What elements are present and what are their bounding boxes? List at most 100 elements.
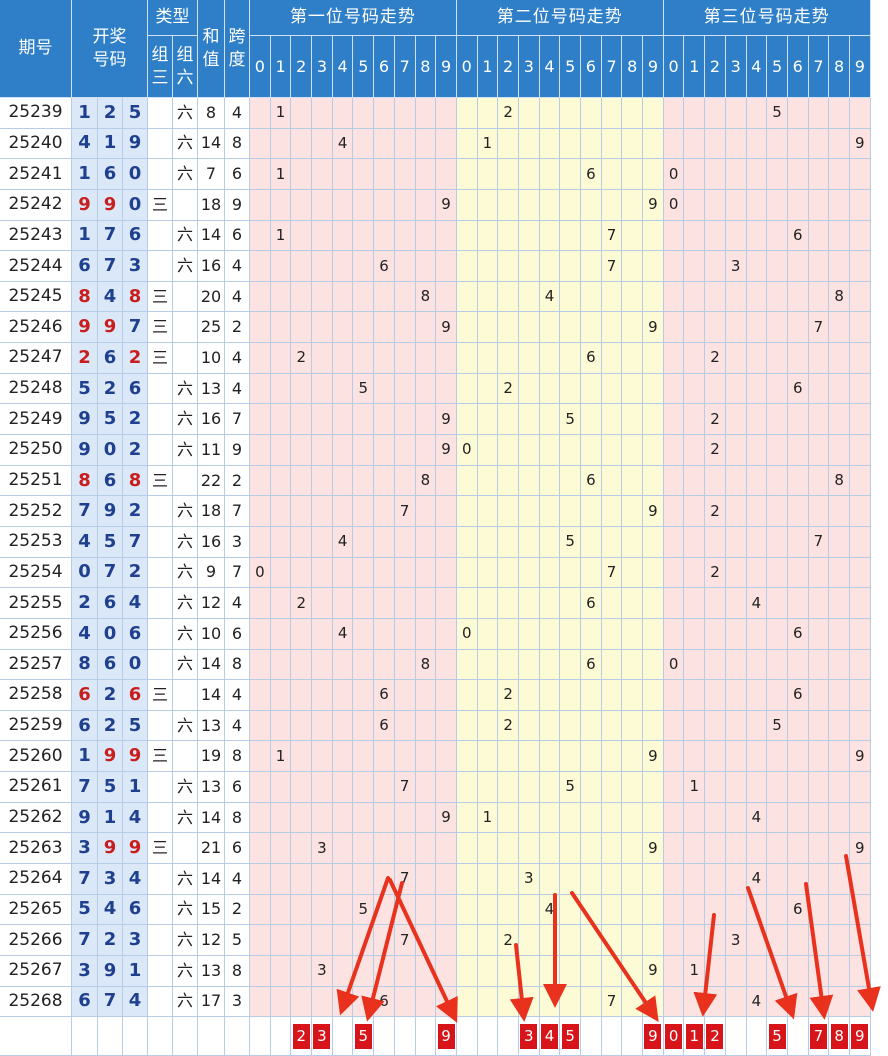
trend-cell	[518, 710, 540, 742]
trend-cell	[829, 128, 850, 160]
trend-cell	[787, 557, 809, 589]
draw-digit: 3	[72, 955, 98, 987]
trend-cell	[498, 833, 519, 865]
trend-cell	[601, 128, 623, 160]
trend-cell	[518, 98, 540, 129]
trend-cell	[394, 526, 416, 558]
trend-cell	[622, 189, 644, 221]
trend-cell	[312, 251, 333, 282]
issue-cell: 25263	[0, 833, 72, 865]
trend-cell	[539, 312, 561, 344]
header-type-z6: 组六	[173, 36, 198, 98]
trend-cell	[829, 925, 850, 956]
trend-cell	[250, 343, 271, 374]
trend-cell	[581, 435, 602, 466]
trend-cell	[767, 864, 788, 895]
prediction-blank	[225, 1017, 250, 1056]
trend-cell	[622, 894, 644, 926]
trend-cell	[829, 710, 850, 742]
trend-cell	[477, 312, 499, 344]
draw-digit: 5	[98, 404, 123, 436]
trend-cell	[394, 128, 416, 160]
trend-cell	[394, 955, 416, 987]
trend-cell	[684, 98, 706, 129]
issue-cell: 25255	[0, 588, 72, 619]
trend-cell	[477, 526, 499, 558]
trend-cell	[456, 925, 478, 956]
trend-cell	[477, 986, 499, 1018]
trend-cell	[270, 465, 292, 497]
trend-hit: 7	[394, 772, 416, 803]
trend-cell	[250, 894, 271, 926]
draw-digit: 8	[72, 465, 98, 497]
type-z3-cell: 三	[148, 680, 173, 711]
type-z6-cell	[173, 833, 198, 865]
trend-cell	[767, 281, 788, 313]
header-digit: 3	[312, 36, 333, 98]
trend-cell	[353, 220, 375, 252]
draw-digit: 2	[98, 710, 123, 742]
trend-cell	[787, 986, 809, 1018]
trend-cell	[725, 373, 747, 405]
trend-cell	[456, 680, 478, 711]
trend-cell	[312, 98, 333, 129]
trend-cell	[353, 98, 375, 129]
trend-cell	[456, 98, 478, 129]
trend-cell	[622, 128, 644, 160]
trend-cell	[456, 955, 478, 987]
trend-cell	[787, 281, 809, 313]
trend-cell	[394, 741, 416, 773]
sum-cell: 13	[198, 373, 225, 405]
draw-digit: 0	[123, 159, 148, 190]
header-sum: 和值	[198, 0, 225, 98]
trend-hit: 4	[539, 281, 561, 313]
issue-cell: 25240	[0, 128, 72, 160]
draw-digit: 2	[98, 98, 123, 129]
trend-hit: 5	[767, 710, 788, 742]
trend-cell	[436, 159, 457, 190]
trend-cell	[477, 955, 499, 987]
draw-digit: 5	[123, 710, 148, 742]
trend-cell	[498, 220, 519, 252]
trend-cell	[849, 986, 871, 1018]
trend-cell	[394, 710, 416, 742]
trend-cell	[684, 251, 706, 282]
sum-cell: 14	[198, 128, 225, 160]
trend-cell	[477, 925, 499, 956]
issue-cell: 25268	[0, 986, 72, 1018]
header-digit: 4	[746, 36, 768, 98]
trend-cell	[291, 772, 313, 803]
trend-cell	[312, 588, 333, 619]
trend-cell	[374, 128, 395, 160]
trend-cell	[374, 312, 395, 344]
trend-cell	[518, 526, 540, 558]
draw-digit: 2	[123, 496, 148, 527]
trend-cell	[250, 373, 271, 405]
trend-cell	[705, 802, 726, 834]
trend-cell	[684, 373, 706, 405]
trend-cell	[332, 496, 354, 527]
trend-cell	[539, 159, 561, 190]
trend-cell	[767, 404, 788, 436]
type-z6-cell: 六	[173, 435, 198, 466]
trend-cell	[601, 588, 623, 619]
trend-cell	[643, 802, 664, 834]
trend-cell	[270, 588, 292, 619]
trend-cell	[374, 435, 395, 466]
trend-cell	[849, 189, 871, 221]
sum-cell: 22	[198, 465, 225, 497]
trend-cell	[539, 864, 561, 895]
draw-digit: 5	[72, 373, 98, 405]
trend-cell	[477, 189, 499, 221]
trend-cell	[581, 986, 602, 1018]
trend-cell	[291, 496, 313, 527]
trend-cell	[477, 159, 499, 190]
trend-cell	[498, 588, 519, 619]
span-cell: 2	[225, 894, 250, 926]
trend-cell	[353, 741, 375, 773]
trend-hit: 3	[312, 955, 333, 987]
issue-cell: 25256	[0, 618, 72, 650]
trend-cell	[394, 343, 416, 374]
trend-hit: 0	[663, 159, 685, 190]
trend-cell	[415, 98, 437, 129]
